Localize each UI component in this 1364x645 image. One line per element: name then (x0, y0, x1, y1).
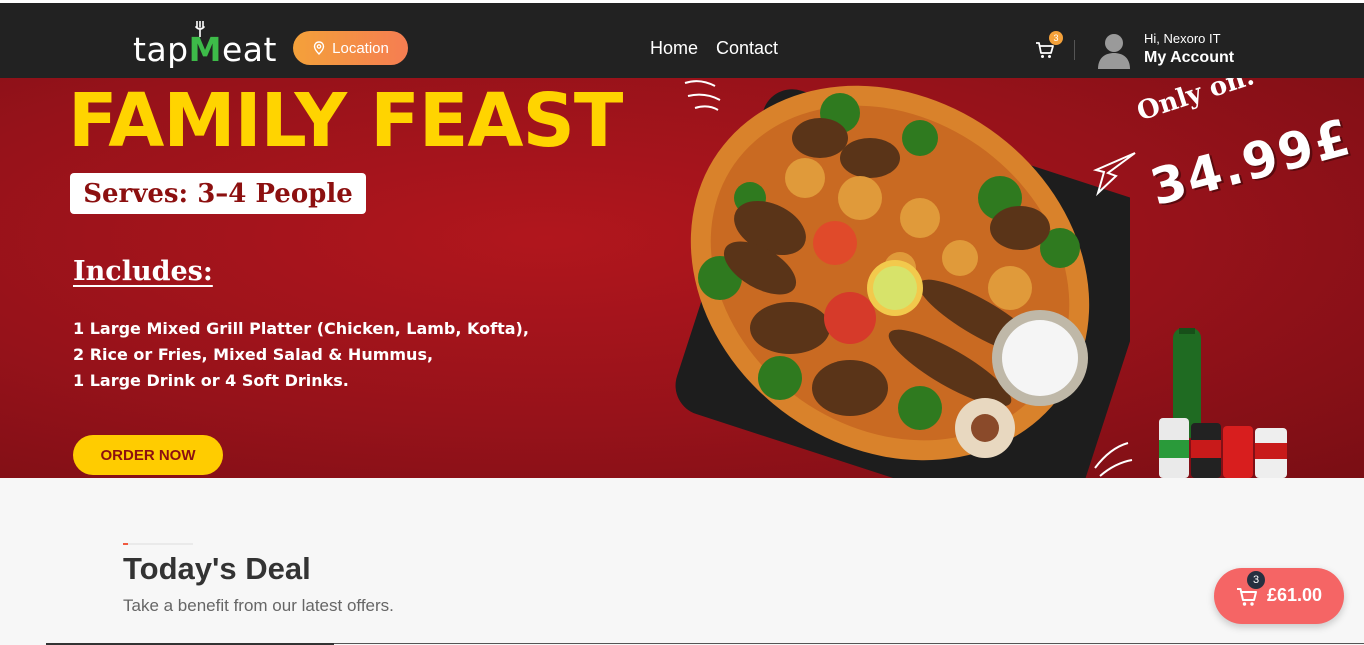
page: tap Meat Location Home Contact 3 Hi, Nex… (0, 0, 1364, 645)
floating-cart-count: 3 (1247, 571, 1265, 589)
bottom-line (334, 643, 1364, 644)
soft-drinks-image (1159, 328, 1287, 478)
section-subtitle: Take a benefit from our latest offers. (123, 596, 394, 615)
main-nav: Home Contact (650, 38, 778, 59)
banner-price: 34.99£ (1144, 107, 1358, 218)
mixed-grill-platter-image (675, 85, 1130, 478)
promo-banner[interactable]: FAMILY FEAST Serves: 3–4 People Includes… (0, 78, 1364, 478)
logo-suffix: eat (221, 30, 277, 69)
includes-item: 1 Large Drink or 4 Soft Drinks. (73, 371, 349, 390)
floating-cart-button[interactable]: 3 £61.00 (1214, 568, 1344, 624)
cart-count-badge: 3 (1049, 31, 1063, 45)
arrow-icon (1092, 152, 1136, 197)
fork-icon (195, 21, 205, 37)
order-now-button[interactable]: ORDER NOW (73, 435, 223, 475)
user-greeting: Hi, Nexoro IT (1144, 31, 1221, 46)
section-title: Today's Deal (123, 551, 311, 586)
includes-title: Includes: (73, 256, 213, 287)
nav-contact[interactable]: Contact (716, 38, 778, 59)
only-on-label: Only on: (1133, 78, 1259, 128)
header-divider (1074, 40, 1075, 60)
floating-cart-total: £61.00 (1267, 585, 1323, 605)
includes-item: 1 Large Mixed Grill Platter (Chicken, La… (73, 319, 529, 338)
logo-prefix: tap (133, 30, 189, 69)
serves-badge: Serves: 3–4 People (70, 173, 366, 214)
avatar-icon[interactable] (1096, 31, 1132, 69)
section-accent-line (123, 543, 193, 545)
my-account-link[interactable]: My Account (1144, 49, 1234, 67)
nav-home[interactable]: Home (650, 38, 698, 59)
location-pin-icon (313, 41, 325, 55)
cart-icon (1237, 588, 1257, 606)
location-label: Location (332, 39, 389, 57)
banner-headline: FAMILY FEAST (68, 78, 623, 164)
site-header: tap Meat Location Home Contact 3 Hi, Nex… (0, 3, 1364, 78)
decor-icon (684, 80, 721, 111)
decor-icon (1094, 442, 1133, 477)
includes-list: 1 Large Mixed Grill Platter (Chicken, La… (73, 316, 529, 394)
location-button[interactable]: Location (293, 31, 408, 65)
includes-item: 2 Rice or Fries, Mixed Salad & Hummus, (73, 345, 434, 364)
